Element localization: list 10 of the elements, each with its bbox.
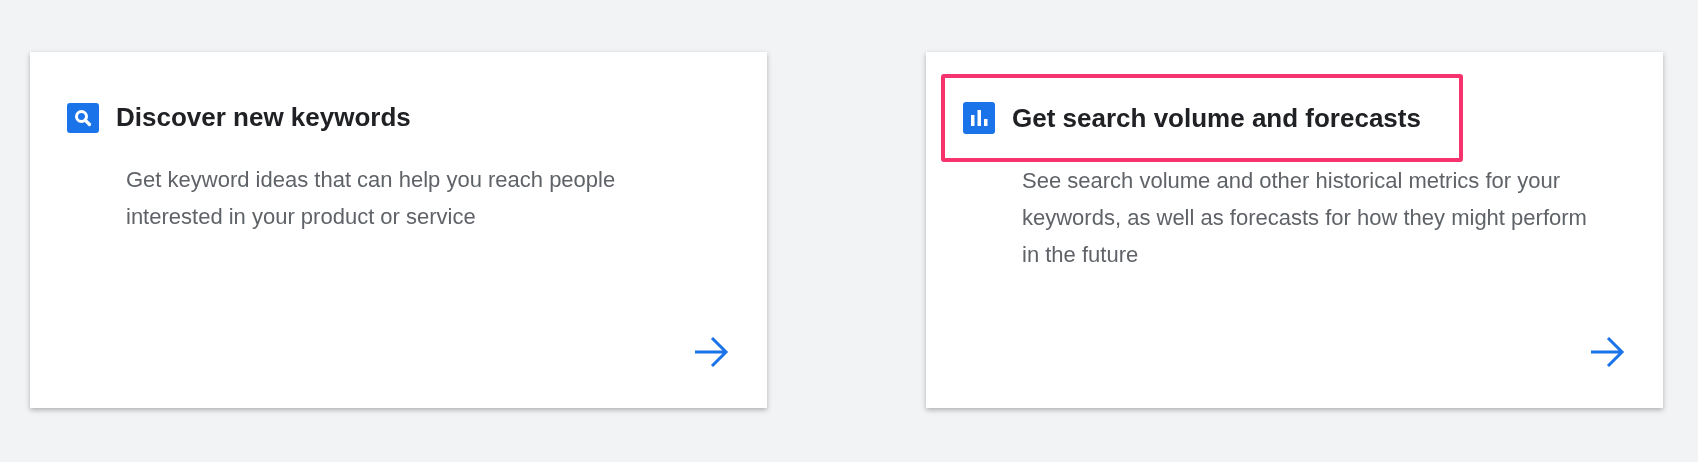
card[interactable]: Discover new keywords Get keyword ideas that can help you reach people interested in your product or service [30,52,767,408]
arrow-right-icon[interactable] [1589,336,1625,368]
card-description: Get keyword ideas that can help you reach people interested in your product or service [126,166,617,231]
card-description: See search volume and other historical metrics for your keywords, as well as forecasts for how they might perform in the future [1022,167,1588,269]
arrow-right-icon[interactable] [693,336,729,368]
card-title: Get search volume and forecasts [1012,102,1421,134]
card[interactable]: Get search volume and forecasts See search volume and other historical metrics for your keywords, as well as forecasts for how they might perform in the future [926,52,1663,408]
card-title: Discover new keywords [116,102,411,133]
bar-chart-icon [963,102,995,134]
search-icon [67,102,99,133]
